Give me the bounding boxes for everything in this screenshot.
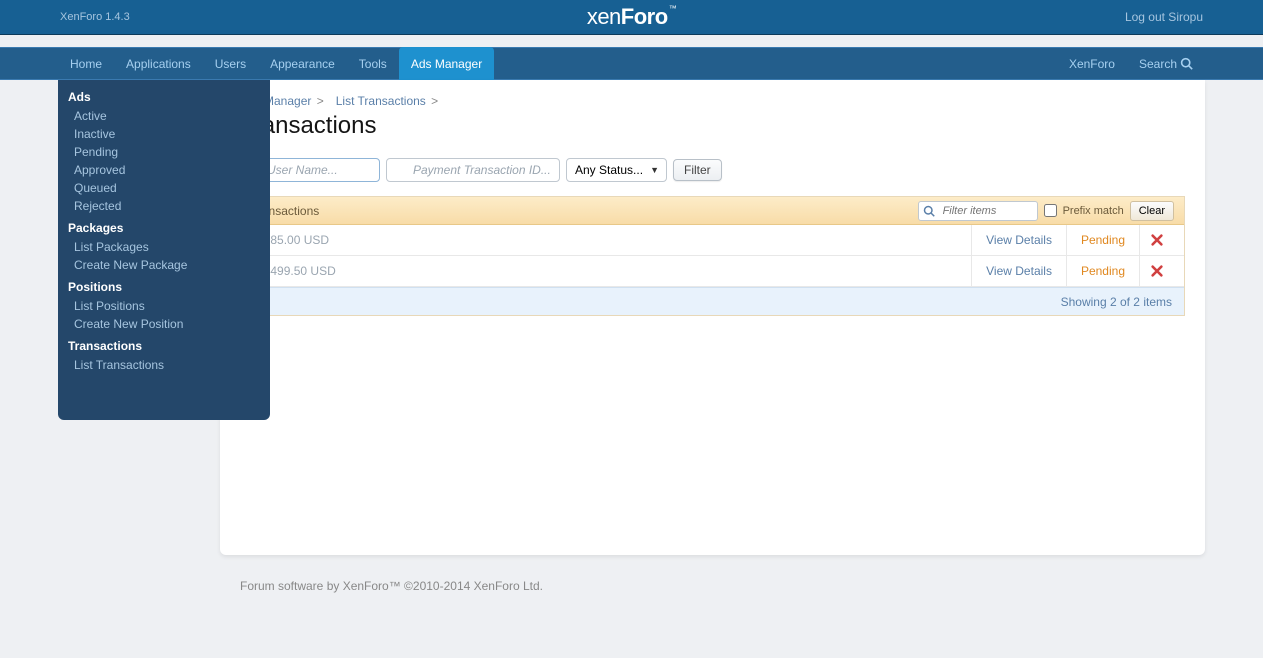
view-details-link[interactable]: View Details — [971, 225, 1066, 256]
sidebar-item-create-position[interactable]: Create New Position — [58, 315, 270, 333]
filter-items-input[interactable] — [918, 201, 1038, 221]
status-pending[interactable]: Pending — [1066, 256, 1139, 287]
nav-users[interactable]: Users — [203, 48, 258, 79]
filter-row: Any Status... Filter — [240, 158, 1185, 182]
search-icon — [923, 205, 935, 217]
table-row[interactable]: #2 499.50 USD View Details Pending — [241, 256, 1184, 287]
table-footer: Showing 2 of 2 items — [241, 287, 1184, 315]
version-label: XenForo 1.4.3 — [60, 11, 130, 23]
table-header: Transactions Prefix match Clear — [241, 197, 1184, 225]
clear-button[interactable]: Clear — [1130, 201, 1174, 221]
breadcrumb-list-transactions[interactable]: List Transactions — [336, 94, 426, 108]
delete-button[interactable] — [1139, 256, 1174, 287]
nav-home[interactable]: Home — [58, 48, 114, 79]
view-details-link[interactable]: View Details — [971, 256, 1066, 287]
table-row[interactable]: #1 85.00 USD View Details Pending — [241, 225, 1184, 256]
nav-ads-manager[interactable]: Ads Manager — [399, 47, 494, 80]
page-footer: Forum software by XenForo™ ©2010-2014 Xe… — [0, 555, 1263, 593]
payment-id-input[interactable] — [386, 158, 560, 182]
row-amount: 499.50 USD — [270, 264, 335, 278]
sidebar-item-create-package[interactable]: Create New Package — [58, 256, 270, 274]
sidebar: Ads Active Inactive Pending Approved Que… — [58, 80, 270, 420]
nav-xenforo-link[interactable]: XenForo — [1057, 48, 1127, 79]
sidebar-header-positions: Positions — [58, 274, 270, 297]
filter-button[interactable]: Filter — [673, 159, 722, 181]
status-select[interactable]: Any Status... — [566, 158, 667, 182]
main-content: Ads Manager > List Transactions > Transa… — [220, 80, 1205, 555]
sidebar-item-queued[interactable]: Queued — [58, 179, 270, 197]
delete-icon — [1150, 264, 1164, 278]
sidebar-item-inactive[interactable]: Inactive — [58, 125, 270, 143]
search-icon — [1180, 57, 1193, 70]
sidebar-item-active[interactable]: Active — [58, 107, 270, 125]
prefix-match-label: Prefix match — [1063, 205, 1124, 217]
nav-tools[interactable]: Tools — [347, 48, 399, 79]
sidebar-item-list-transactions[interactable]: List Transactions — [58, 356, 270, 374]
delete-button[interactable] — [1139, 225, 1174, 256]
sidebar-item-list-positions[interactable]: List Positions — [58, 297, 270, 315]
sidebar-item-rejected[interactable]: Rejected — [58, 197, 270, 215]
prefix-match-checkbox[interactable] — [1044, 204, 1057, 217]
breadcrumb: Ads Manager > List Transactions > — [240, 94, 1185, 108]
header-bar: XenForo 1.4.3 xenForo™ Log out Siropu — [0, 0, 1263, 35]
logo[interactable]: xenForo™ — [587, 4, 676, 30]
sidebar-header-transactions: Transactions — [58, 333, 270, 356]
delete-icon — [1150, 233, 1164, 247]
sidebar-header-ads: Ads — [58, 84, 270, 107]
logout-link[interactable]: Log out Siropu — [1125, 10, 1203, 24]
nav-search[interactable]: Search — [1127, 48, 1205, 79]
sidebar-item-pending[interactable]: Pending — [58, 143, 270, 161]
main-nav: Home Applications Users Appearance Tools… — [0, 47, 1263, 80]
sidebar-item-approved[interactable]: Approved — [58, 161, 270, 179]
sidebar-header-packages: Packages — [58, 215, 270, 238]
status-pending[interactable]: Pending — [1066, 225, 1139, 256]
row-amount: 85.00 USD — [270, 233, 329, 247]
sidebar-item-list-packages[interactable]: List Packages — [58, 238, 270, 256]
transactions-table: Transactions Prefix match Clear #1 85.00… — [240, 196, 1185, 316]
page-title: Transactions — [240, 112, 1185, 140]
nav-appearance[interactable]: Appearance — [258, 48, 347, 79]
nav-applications[interactable]: Applications — [114, 48, 203, 79]
